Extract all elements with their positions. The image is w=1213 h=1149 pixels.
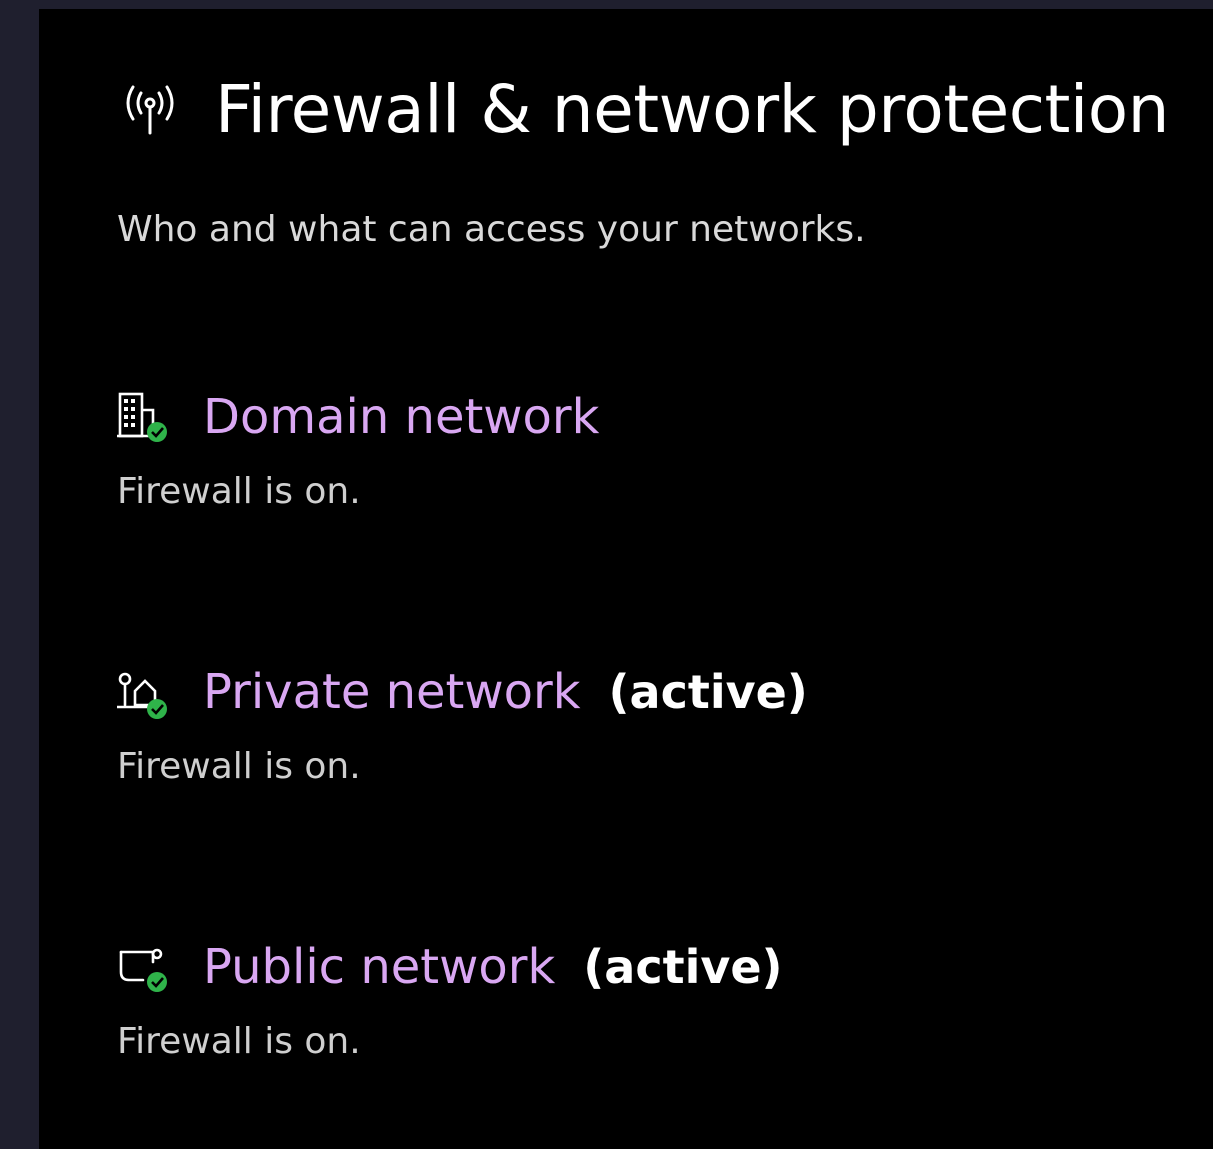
page-subtitle: Who and what can access your networks. [117,209,866,250]
public-network-link[interactable]: Public network [203,939,555,995]
public-network-active-label: (active) [583,940,783,994]
private-network-status: Firewall is on. [117,746,361,787]
page-title: Firewall & network protection [215,71,1169,148]
domain-network-link[interactable]: Domain network [203,389,599,445]
domain-network-icon [117,390,169,444]
firewall-panel: Firewall & network protection Who and wh… [39,9,1213,1149]
private-network-icon [115,665,169,719]
page-header: Firewall & network protection [117,77,1169,143]
private-network-active-label: (active) [608,665,808,719]
window-backdrop: Firewall & network protection Who and wh… [0,0,1213,1149]
public-network-status: Firewall is on. [117,1021,361,1062]
domain-network-section: Domain network Firewall is on. [117,389,599,512]
public-network-icon [117,940,169,994]
public-network-section: Public network (active) Firewall is on. [117,939,783,1062]
private-network-link[interactable]: Private network [203,664,581,720]
private-network-section: Private network (active) Firewall is on. [115,664,808,787]
domain-network-status: Firewall is on. [117,471,361,512]
antenna-icon [117,77,183,143]
